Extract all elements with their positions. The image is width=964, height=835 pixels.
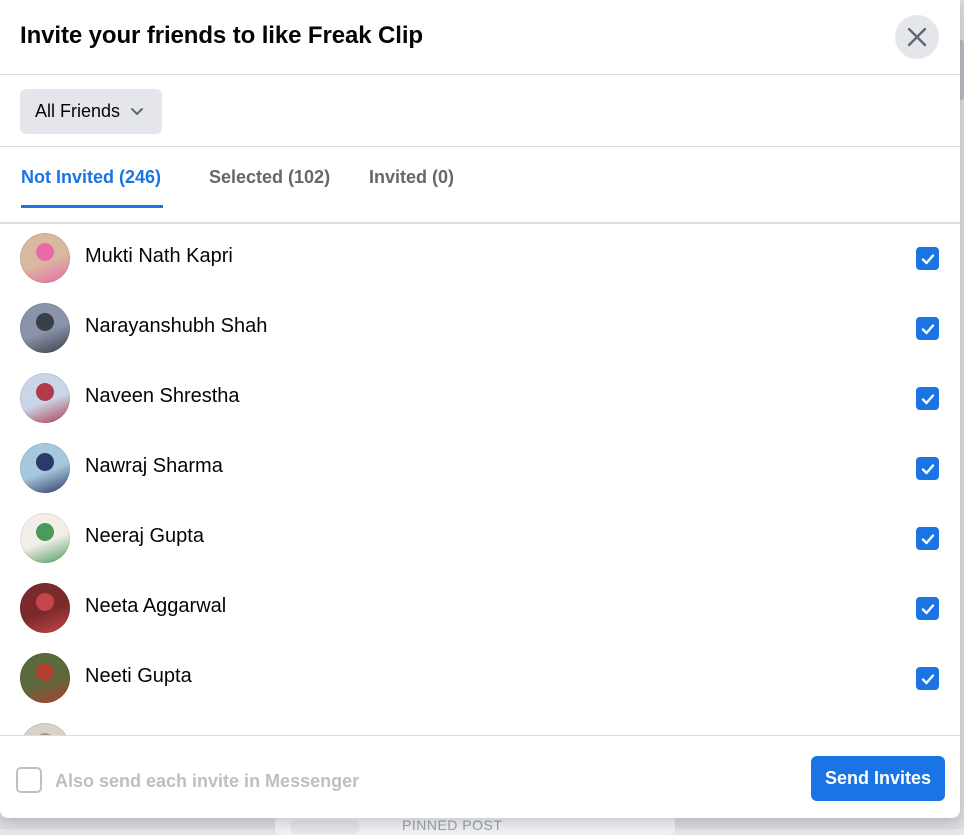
friend-name: Neeta Aggarwal <box>85 595 226 618</box>
friend-checkbox[interactable] <box>916 317 939 340</box>
friend-row[interactable]: Nawraj Sharma <box>0 443 960 513</box>
avatar <box>20 723 70 736</box>
invite-tabs: Not Invited (246) Selected (102) Invited… <box>0 147 960 224</box>
dialog-header: Invite your friends to like Freak Clip <box>0 0 960 75</box>
friend-row[interactable]: Naveen Shrestha <box>0 373 960 443</box>
friend-row[interactable]: Neeti Gupta <box>0 653 960 723</box>
messenger-checkbox[interactable] <box>16 767 42 793</box>
close-icon <box>907 27 927 47</box>
friend-row[interactable]: Narayanshubh Shah <box>0 303 960 373</box>
avatar <box>20 233 70 283</box>
friend-row[interactable]: Neeta Aggarwal <box>0 583 960 653</box>
friends-list[interactable]: Mukti Nath Kapri Narayanshubh Shah Naveen … <box>0 223 960 736</box>
dialog-footer: Also send each invite in Messenger Send … <box>0 736 960 818</box>
friend-row[interactable] <box>0 723 960 736</box>
avatar <box>20 513 70 563</box>
friend-name: Mukti Nath Kapri <box>85 245 233 268</box>
friend-row[interactable]: Neeraj Gupta <box>0 513 960 583</box>
friend-name: Naveen Shrestha <box>85 385 240 408</box>
friend-name: Narayanshubh Shah <box>85 315 267 338</box>
friend-name: Neeti Gupta <box>85 665 192 688</box>
avatar <box>20 373 70 423</box>
checkmark-icon <box>920 531 936 547</box>
friend-checkbox[interactable] <box>916 247 939 270</box>
friend-name: Neeraj Gupta <box>85 525 204 548</box>
pinned-post-label: PINNED POST <box>402 818 502 832</box>
tab-selected[interactable]: Selected (102) <box>209 167 330 207</box>
invite-dialog: Invite your friends to like Freak Clip A… <box>0 0 960 818</box>
avatar <box>20 303 70 353</box>
friend-checkbox[interactable] <box>916 387 939 410</box>
friend-name: Nawraj Sharma <box>85 455 223 478</box>
tab-not-invited[interactable]: Not Invited (246) <box>21 167 161 207</box>
messenger-label: Also send each invite in Messenger <box>55 771 359 792</box>
avatar <box>20 583 70 633</box>
checkmark-icon <box>920 601 936 617</box>
tab-invited[interactable]: Invited (0) <box>369 167 454 207</box>
avatar <box>20 653 70 703</box>
friend-checkbox[interactable] <box>916 457 939 480</box>
avatar <box>20 443 70 493</box>
checkmark-icon <box>920 321 936 337</box>
checkmark-icon <box>920 251 936 267</box>
dialog-title: Invite your friends to like Freak Clip <box>20 22 423 50</box>
checkmark-icon <box>920 391 936 407</box>
checkmark-icon <box>920 461 936 477</box>
checkmark-icon <box>920 671 936 687</box>
close-button[interactable] <box>895 15 939 59</box>
friend-checkbox[interactable] <box>916 667 939 690</box>
friend-checkbox[interactable] <box>916 527 939 550</box>
filter-row: All Friends <box>0 75 960 147</box>
send-invites-button[interactable]: Send Invites <box>811 756 945 801</box>
friend-checkbox[interactable] <box>916 597 939 620</box>
friends-filter-label: All Friends <box>35 101 120 122</box>
friend-row[interactable]: Mukti Nath Kapri <box>0 233 960 303</box>
chevron-down-icon <box>130 107 144 117</box>
friends-filter-dropdown[interactable]: All Friends <box>20 89 162 134</box>
backdrop-chip <box>290 820 360 834</box>
